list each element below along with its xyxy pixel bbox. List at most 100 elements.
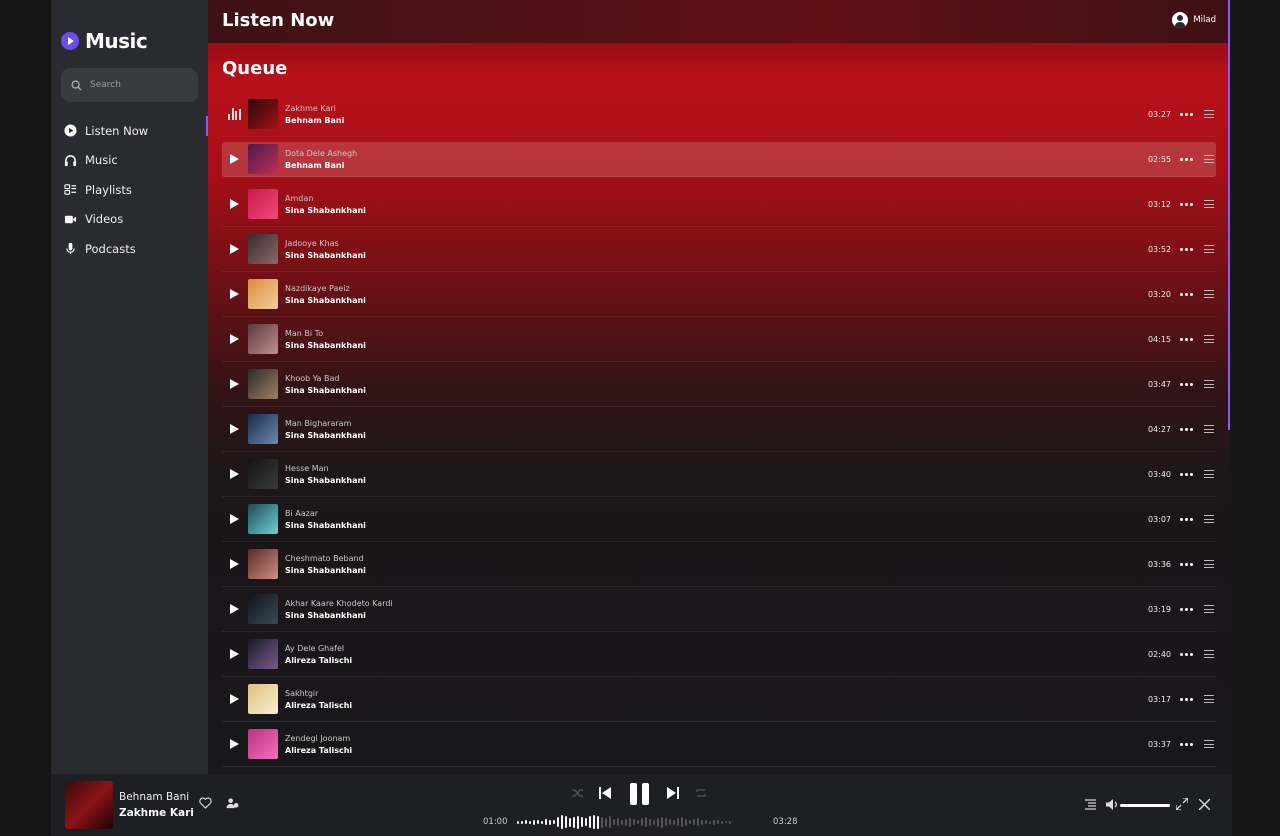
queue-row[interactable]: Khoob Ya Bad Sina Shabankhani 03:47 <box>222 362 1216 407</box>
queue-row[interactable]: Bi Aazar Sina Shabankhani 03:07 <box>222 497 1216 542</box>
track-artist[interactable]: Sina Shabankhani <box>285 251 366 260</box>
track-artwork[interactable] <box>248 414 278 444</box>
queue-row[interactable]: Akhar Kaare Khodeto Kardi Sina Shabankhan… <box>222 587 1216 632</box>
track-artist[interactable]: Sina Shabankhani <box>285 296 366 305</box>
waveform-seekbar[interactable] <box>517 814 731 830</box>
sidebar-item-listen-now[interactable]: Listen Now <box>63 116 208 146</box>
more-options-button[interactable] <box>1180 337 1193 341</box>
queue-row[interactable]: Sakhtgir Alireza Talischi 03:17 <box>222 677 1216 722</box>
drag-handle-icon[interactable] <box>1204 335 1214 343</box>
scrollbar[interactable] <box>1228 0 1230 430</box>
queue-row[interactable]: Amdan Sina Shabankhani 03:12 <box>222 182 1216 227</box>
queue-row[interactable]: Nazdikaye Paeiz Sina Shabankhani 03:20 <box>222 272 1216 317</box>
now-playing-title[interactable]: Zakhme Kari <box>119 807 194 819</box>
track-artist[interactable]: Sina Shabankhani <box>285 341 366 350</box>
user-menu[interactable]: Milad <box>1172 12 1216 28</box>
track-artwork[interactable] <box>248 369 278 399</box>
sidebar-item-music[interactable]: Music <box>63 146 208 176</box>
more-options-button[interactable] <box>1180 157 1193 161</box>
play-button[interactable] <box>222 514 247 524</box>
queue-row[interactable]: Hesse Man Sina Shabankhani 03:40 <box>222 452 1216 497</box>
repeat-button[interactable] <box>695 788 707 798</box>
track-artwork[interactable] <box>248 549 278 579</box>
play-button[interactable] <box>222 154 247 164</box>
play-button[interactable] <box>222 199 247 209</box>
next-button[interactable] <box>667 787 679 799</box>
drag-handle-icon[interactable] <box>1204 380 1214 388</box>
volume-button[interactable] <box>1106 799 1119 810</box>
play-button[interactable] <box>222 739 247 749</box>
drag-handle-icon[interactable] <box>1204 515 1214 523</box>
play-button[interactable] <box>222 469 247 479</box>
more-options-button[interactable] <box>1180 652 1193 656</box>
drag-handle-icon[interactable] <box>1204 560 1214 568</box>
now-playing-artwork[interactable] <box>65 781 113 829</box>
queue-row[interactable]: Zakhme Kari Behnam Bani 03:27 <box>222 92 1216 137</box>
track-artwork[interactable] <box>248 459 278 489</box>
shuffle-button[interactable] <box>572 788 584 798</box>
more-options-button[interactable] <box>1180 292 1193 296</box>
more-options-button[interactable] <box>1180 202 1193 206</box>
queue-row[interactable]: Zendegi Joonam Alireza Talischi 03:37 <box>222 722 1216 767</box>
play-button[interactable] <box>222 334 247 344</box>
track-artist[interactable]: Alireza Talischi <box>285 701 352 710</box>
play-button[interactable] <box>222 694 247 704</box>
queue-row[interactable]: Man Bighararam Sina Shabankhani 04:27 <box>222 407 1216 452</box>
track-artist[interactable]: Sina Shabankhani <box>285 476 366 485</box>
play-button[interactable] <box>222 289 247 299</box>
track-artwork[interactable] <box>248 639 278 669</box>
track-artist[interactable]: Sina Shabankhani <box>285 521 366 530</box>
track-artist[interactable]: Behnam Bani <box>285 116 344 125</box>
fullscreen-button[interactable] <box>1176 798 1188 810</box>
track-artwork[interactable] <box>248 279 278 309</box>
more-options-button[interactable] <box>1180 112 1193 116</box>
track-artwork[interactable] <box>248 144 278 174</box>
sidebar-item-videos[interactable]: Videos <box>63 205 208 235</box>
track-artist[interactable]: Behnam Bani <box>285 161 357 170</box>
more-options-button[interactable] <box>1180 742 1193 746</box>
search-input[interactable] <box>90 80 180 90</box>
add-to-profile-button[interactable] <box>226 797 239 809</box>
more-options-button[interactable] <box>1180 562 1193 566</box>
drag-handle-icon[interactable] <box>1204 695 1214 703</box>
more-options-button[interactable] <box>1180 517 1193 521</box>
queue-button[interactable] <box>1085 799 1096 810</box>
track-artist[interactable]: Sina Shabankhani <box>285 431 366 440</box>
track-artwork[interactable] <box>248 234 278 264</box>
more-options-button[interactable] <box>1180 472 1193 476</box>
more-options-button[interactable] <box>1180 697 1193 701</box>
track-artwork[interactable] <box>248 324 278 354</box>
queue-row[interactable]: Dota Dele Ashegh Behnam Bani 02:55 <box>222 142 1216 177</box>
play-button[interactable] <box>222 424 247 434</box>
track-artwork[interactable] <box>248 729 278 759</box>
track-artist[interactable]: Sina Shabankhani <box>285 206 366 215</box>
track-artist[interactable]: Alireza Talischi <box>285 746 352 755</box>
sidebar-item-playlists[interactable]: Playlists <box>63 175 208 205</box>
more-options-button[interactable] <box>1180 247 1193 251</box>
volume-slider[interactable] <box>1120 804 1170 807</box>
play-button[interactable] <box>222 604 247 614</box>
more-options-button[interactable] <box>1180 382 1193 386</box>
drag-handle-icon[interactable] <box>1204 245 1214 253</box>
track-artist[interactable]: Sina Shabankhani <box>285 611 393 620</box>
track-artist[interactable]: Sina Shabankhani <box>285 386 366 395</box>
close-button[interactable] <box>1199 799 1210 810</box>
now-playing-artist[interactable]: Behnam Bani <box>119 791 189 803</box>
track-artwork[interactable] <box>248 684 278 714</box>
queue-row[interactable]: Jadooye Khas Sina Shabankhani 03:52 <box>222 227 1216 272</box>
queue-row[interactable]: Cheshmato Beband Sina Shabankhani 03:36 <box>222 542 1216 587</box>
drag-handle-icon[interactable] <box>1204 155 1214 163</box>
drag-handle-icon[interactable] <box>1204 425 1214 433</box>
play-button[interactable] <box>222 649 247 659</box>
play-button[interactable] <box>222 559 247 569</box>
previous-button[interactable] <box>599 787 611 799</box>
track-artwork[interactable] <box>248 594 278 624</box>
more-options-button[interactable] <box>1180 607 1193 611</box>
like-button[interactable] <box>199 797 212 809</box>
drag-handle-icon[interactable] <box>1204 290 1214 298</box>
queue-row[interactable]: Man Bi To Sina Shabankhani 04:15 <box>222 317 1216 362</box>
drag-handle-icon[interactable] <box>1204 650 1214 658</box>
drag-handle-icon[interactable] <box>1204 200 1214 208</box>
play-button[interactable] <box>222 244 247 254</box>
track-artwork[interactable] <box>248 504 278 534</box>
